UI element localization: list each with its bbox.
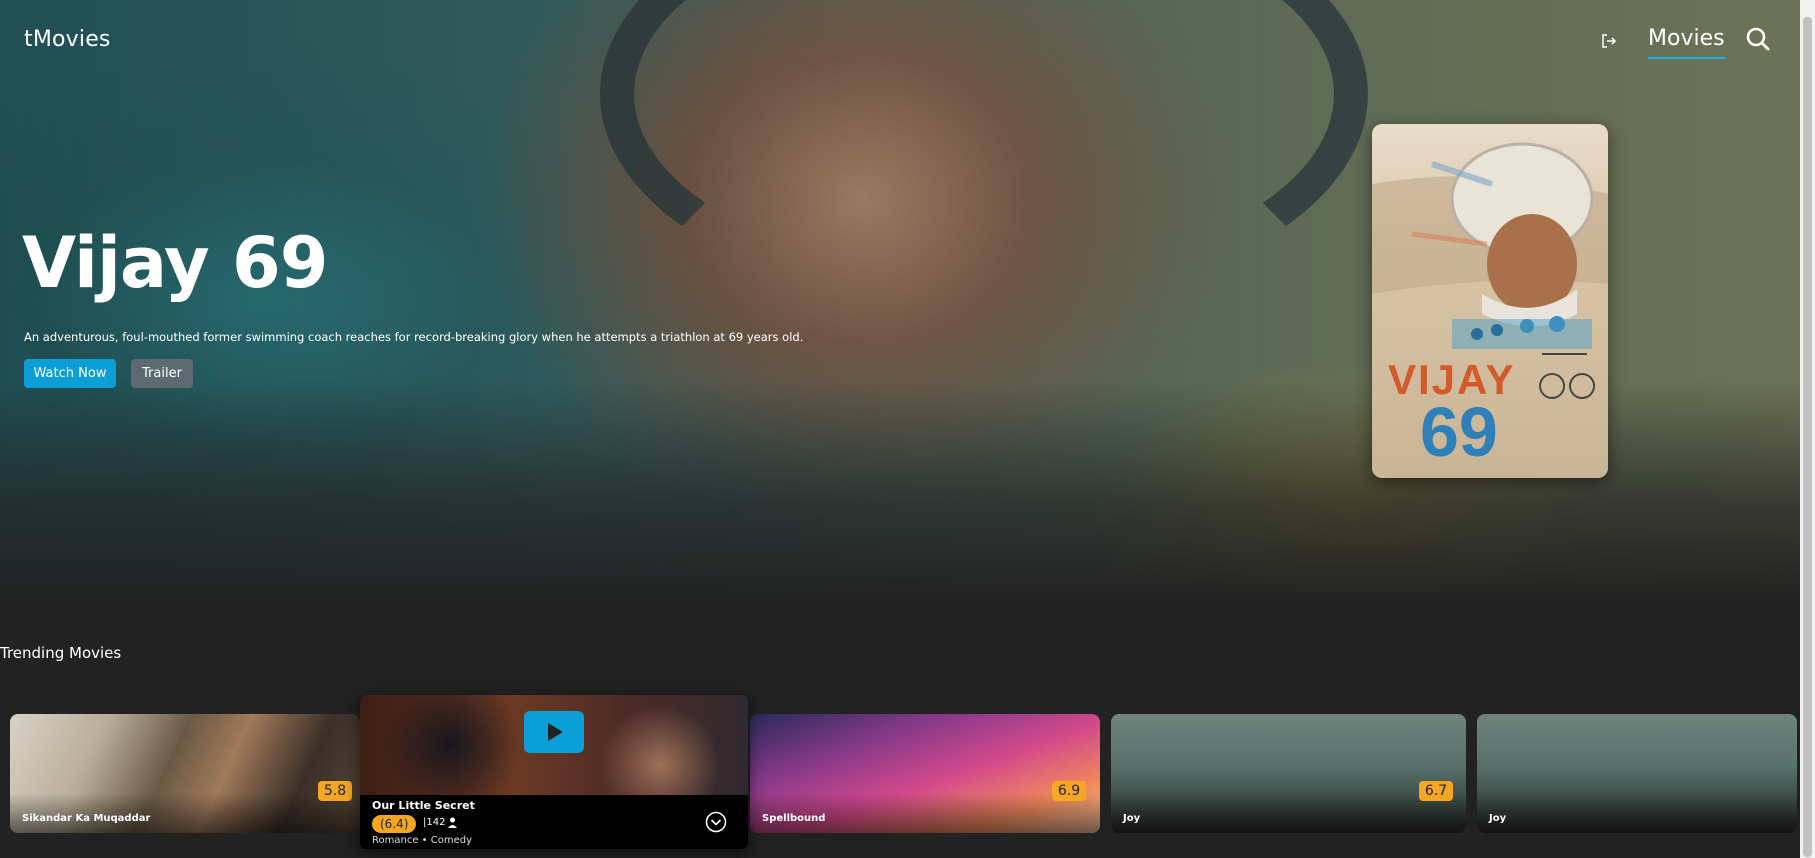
rating-badge: 5.8 (318, 781, 352, 801)
chevron-down-icon[interactable] (705, 811, 727, 833)
genre-list: Romance • Comedy (372, 835, 472, 846)
trailer-button[interactable]: Trailer (131, 359, 193, 388)
rating-badge: (6.4) (372, 815, 417, 833)
movie-card-expanded[interactable]: Our Little Secret (6.4) |142 Romance • C… (360, 695, 748, 849)
card-title: Joy (1123, 813, 1141, 824)
section-title-trending: Trending Movies (0, 644, 122, 662)
hero-title: Vijay 69 (22, 222, 328, 304)
movie-card[interactable]: 5.8 Sikandar Ka Muqaddar (10, 714, 360, 833)
movie-card[interactable]: Joy (1477, 714, 1797, 833)
logout-icon[interactable] (1600, 32, 1618, 50)
play-button[interactable] (524, 711, 584, 753)
vote-count: |142 (423, 817, 446, 828)
scrollbar-thumb[interactable] (1803, 17, 1812, 857)
brand-logo[interactable]: tMovies (24, 27, 111, 52)
hero-poster[interactable]: VIJAY 69 (1372, 124, 1608, 478)
nav-movies-link[interactable]: Movies (1648, 26, 1725, 59)
top-nav: Movies (1600, 22, 1800, 62)
rating-badge: 6.9 (1052, 781, 1086, 801)
card-title: Sikandar Ka Muqaddar (22, 813, 151, 824)
poster-title-69: 69 (1420, 393, 1498, 471)
card-title: Our Little Secret (372, 799, 475, 812)
card-title: Joy (1489, 813, 1507, 824)
watch-now-button[interactable]: Watch Now (24, 359, 116, 388)
movie-card[interactable]: 6.7 Joy (1111, 714, 1466, 833)
card-title: Spellbound (762, 813, 826, 824)
search-icon[interactable] (1745, 26, 1771, 52)
page-scrollbar[interactable] (1800, 0, 1815, 858)
card-overlay (1477, 793, 1797, 833)
card-overlay (1111, 793, 1466, 833)
person-icon (448, 817, 457, 828)
hero-description: An adventurous, foul-mouthed former swim… (24, 330, 804, 344)
play-icon (548, 723, 563, 741)
hero-banner: tMovies Movies Vijay 69 An adventurous, … (0, 0, 1815, 600)
movie-card[interactable]: 6.9 Spellbound (750, 714, 1100, 833)
rating-badge: 6.7 (1419, 781, 1453, 801)
